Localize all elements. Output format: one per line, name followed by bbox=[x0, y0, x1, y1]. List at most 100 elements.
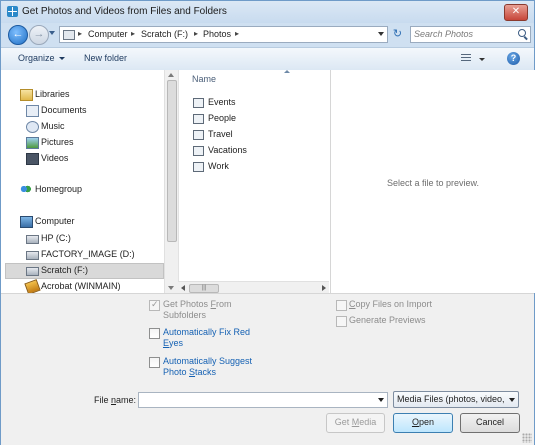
nav-item-hp-c[interactable]: HP (C:) bbox=[25, 232, 159, 246]
list-item[interactable]: Events bbox=[193, 96, 313, 110]
folder-icon bbox=[193, 114, 204, 124]
file-list: Name Events People Travel Vacations Work bbox=[178, 70, 330, 293]
file-name-input[interactable] bbox=[141, 394, 371, 406]
videos-icon bbox=[26, 153, 39, 165]
scroll-up-icon[interactable] bbox=[168, 73, 174, 77]
get-from-subfolders-checkbox[interactable] bbox=[149, 299, 160, 311]
nav-item-documents[interactable]: Documents bbox=[25, 104, 159, 118]
copy-files-checkbox[interactable] bbox=[336, 300, 347, 311]
file-name-label: File name: bbox=[94, 395, 136, 405]
open-button[interactable]: Open bbox=[393, 413, 453, 433]
search-input[interactable] bbox=[414, 28, 510, 40]
organize-label: Organize bbox=[18, 53, 55, 63]
auto-fix-red-eyes-label[interactable]: Automatically Fix Red Eyes bbox=[163, 327, 250, 349]
list-item[interactable]: Vacations bbox=[193, 144, 313, 158]
organize-button[interactable]: Organize bbox=[18, 53, 65, 63]
generate-previews-checkbox[interactable] bbox=[336, 316, 347, 327]
nav-item-pictures[interactable]: Pictures bbox=[25, 136, 159, 150]
option-label-text: yes bbox=[169, 338, 184, 348]
folder-icon bbox=[193, 146, 204, 156]
option-label-text: tacks bbox=[195, 367, 217, 377]
option-label-text: Subfolders bbox=[163, 310, 207, 320]
option-label-text: Automatically Fix Red bbox=[163, 327, 251, 337]
breadcrumb-separator-icon[interactable]: ▸ bbox=[131, 29, 135, 38]
option-label-text: Get Photos bbox=[163, 299, 211, 309]
button-label: edia bbox=[359, 417, 377, 427]
chevron-down-icon[interactable] bbox=[378, 398, 384, 402]
accelerator-key: O bbox=[411, 417, 419, 427]
option-label-text: Automatically Suggest bbox=[163, 356, 253, 366]
options-panel: Get Photos From Subfolders Automatically… bbox=[1, 293, 534, 445]
list-item[interactable]: Travel bbox=[193, 128, 313, 142]
nav-item-label: FACTORY_IMAGE (D:) bbox=[41, 249, 135, 259]
nav-item-label: Acrobat (WINMAIN) bbox=[41, 281, 121, 291]
file-type-value: Media Files (photos, video, a bbox=[397, 394, 505, 404]
nav-item-label: Scratch (F:) bbox=[41, 265, 89, 275]
app-icon bbox=[7, 6, 18, 17]
recent-locations-icon[interactable] bbox=[49, 31, 55, 35]
nav-item-scratch[interactable]: Scratch (F:) bbox=[5, 263, 164, 279]
copy-files-label: Copy Files on Import bbox=[349, 299, 432, 310]
scrollbar-thumb[interactable]: ||| bbox=[189, 284, 219, 293]
library-icon bbox=[20, 89, 33, 101]
homegroup-icon bbox=[20, 184, 31, 194]
breadcrumb-separator-icon[interactable]: ▸ bbox=[194, 29, 198, 38]
title-bar: Get Photos and Videos from Files and Fol… bbox=[1, 1, 534, 23]
navigation-pane: Libraries Documents Music Pictures Video… bbox=[1, 70, 177, 295]
nav-item-label: Music bbox=[41, 121, 65, 131]
breadcrumb-photos[interactable]: Photos bbox=[203, 29, 231, 39]
nav-item-homegroup[interactable]: Homegroup bbox=[19, 183, 159, 197]
back-button[interactable]: ← bbox=[8, 25, 28, 45]
breadcrumb-separator-icon[interactable]: ▸ bbox=[78, 29, 82, 38]
breadcrumb-computer[interactable]: Computer bbox=[88, 29, 128, 39]
nav-item-music[interactable]: Music bbox=[25, 120, 159, 134]
drive-icon bbox=[26, 235, 39, 244]
sort-ascending-icon bbox=[284, 70, 290, 73]
new-folder-button[interactable]: New folder bbox=[84, 53, 127, 63]
documents-icon bbox=[26, 105, 39, 117]
forward-button[interactable]: → bbox=[29, 25, 49, 45]
pictures-icon bbox=[26, 137, 39, 149]
nav-item-videos[interactable]: Videos bbox=[25, 152, 159, 166]
breadcrumb-separator-icon[interactable]: ▸ bbox=[235, 29, 239, 38]
option-label-text: rom bbox=[216, 299, 232, 309]
auto-suggest-stacks-label[interactable]: Automatically Suggest Photo Stacks bbox=[163, 356, 252, 378]
file-type-select[interactable]: Media Files (photos, video, a bbox=[393, 391, 519, 408]
address-dropdown-icon[interactable] bbox=[378, 32, 384, 36]
scroll-left-icon[interactable] bbox=[181, 285, 185, 291]
list-item-label: Vacations bbox=[208, 145, 247, 155]
list-item[interactable]: Work bbox=[193, 160, 313, 174]
column-header-name[interactable]: Name bbox=[192, 74, 216, 84]
breadcrumb-scratch[interactable]: Scratch (F:) bbox=[141, 29, 188, 39]
address-bar[interactable]: ▸ Computer ▸ Scratch (F:) ▸ Photos ▸ bbox=[59, 26, 388, 43]
cancel-button[interactable]: Cancel bbox=[460, 413, 520, 433]
computer-icon bbox=[20, 216, 33, 228]
scroll-down-icon[interactable] bbox=[168, 286, 174, 290]
button-label: Get bbox=[334, 417, 352, 427]
list-item[interactable]: People bbox=[193, 112, 313, 126]
view-options-icon[interactable] bbox=[461, 54, 471, 63]
close-button[interactable]: ✕ bbox=[504, 4, 528, 21]
scroll-right-icon[interactable] bbox=[322, 285, 326, 291]
refresh-button[interactable]: ↻ bbox=[389, 26, 406, 43]
nav-item-label: Videos bbox=[41, 153, 69, 163]
auto-suggest-stacks-checkbox[interactable] bbox=[149, 357, 160, 368]
get-media-button[interactable]: Get Media bbox=[326, 413, 385, 433]
auto-fix-red-eyes-checkbox[interactable] bbox=[149, 328, 160, 339]
help-icon[interactable]: ? bbox=[507, 52, 520, 65]
scrollbar-thumb[interactable] bbox=[167, 80, 177, 242]
nav-item-factory-image[interactable]: FACTORY_IMAGE (D:) bbox=[25, 248, 159, 262]
file-name-combobox[interactable] bbox=[138, 392, 388, 408]
nav-item-acrobat[interactable]: Acrobat (WINMAIN) bbox=[24, 279, 159, 295]
nav-item-libraries[interactable]: Libraries bbox=[19, 88, 159, 102]
nav-pane-scrollbar[interactable] bbox=[164, 70, 178, 293]
list-item-label: Travel bbox=[208, 129, 233, 139]
option-label-text: Photo bbox=[163, 367, 190, 377]
nav-item-computer[interactable]: Computer bbox=[19, 215, 159, 229]
view-dropdown-icon[interactable] bbox=[479, 58, 485, 61]
window-title: Get Photos and Videos from Files and Fol… bbox=[22, 6, 227, 17]
resize-grip-icon[interactable] bbox=[522, 433, 532, 443]
search-icon[interactable] bbox=[518, 29, 526, 37]
file-name-label-text: ame: bbox=[116, 395, 137, 405]
search-box[interactable] bbox=[410, 26, 531, 43]
